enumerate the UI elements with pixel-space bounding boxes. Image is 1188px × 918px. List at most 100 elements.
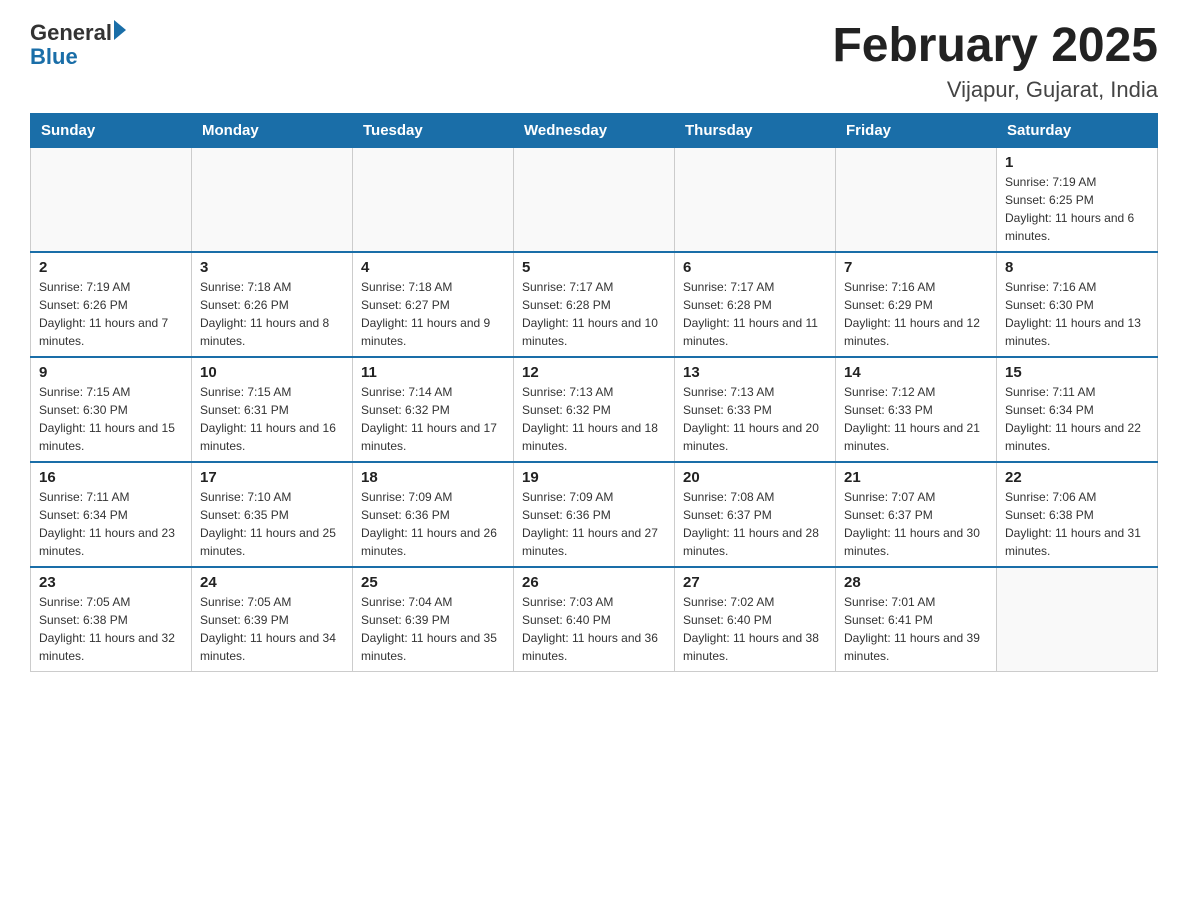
day-header-monday: Monday: [192, 113, 353, 147]
day-number: 5: [522, 259, 666, 276]
day-header-friday: Friday: [836, 113, 997, 147]
calendar-cell: [997, 567, 1158, 672]
title-block: February 2025 Vijapur, Gujarat, India: [832, 20, 1158, 103]
calendar-cell: 28 Sunrise: 7:01 AM Sunset: 6:41 PM Dayli…: [836, 567, 997, 672]
calendar-cell: 10 Sunrise: 7:15 AM Sunset: 6:31 PM Dayli…: [192, 357, 353, 462]
day-number: 20: [683, 469, 827, 486]
calendar-cell: [675, 147, 836, 252]
day-number: 16: [39, 469, 183, 486]
day-info: Sunrise: 7:05 AM Sunset: 6:38 PM Dayligh…: [39, 593, 183, 665]
day-number: 17: [200, 469, 344, 486]
calendar-week-row: 2Sunrise: 7:19 AM Sunset: 6:26 PM Daylig…: [31, 252, 1158, 357]
calendar-cell: 21 Sunrise: 7:07 AM Sunset: 6:37 PM Dayli…: [836, 462, 997, 567]
logo-general-text: General: [30, 20, 112, 45]
day-info: Sunrise: 7:01 AM Sunset: 6:41 PM Dayligh…: [844, 593, 988, 665]
calendar-cell: [192, 147, 353, 252]
day-info: Sunrise: 7:18 AM Sunset: 6:27 PM Dayligh…: [361, 278, 505, 350]
calendar-cell: 19 Sunrise: 7:09 AM Sunset: 6:36 PM Dayli…: [514, 462, 675, 567]
calendar-cell: 23Sunrise: 7:05 AM Sunset: 6:38 PM Dayli…: [31, 567, 192, 672]
calendar-cell: 2Sunrise: 7:19 AM Sunset: 6:26 PM Daylig…: [31, 252, 192, 357]
day-number: 4: [361, 259, 505, 276]
calendar-cell: 24 Sunrise: 7:05 AM Sunset: 6:39 PM Dayli…: [192, 567, 353, 672]
day-number: 19: [522, 469, 666, 486]
day-number: 3: [200, 259, 344, 276]
calendar-cell: 6 Sunrise: 7:17 AM Sunset: 6:28 PM Daylig…: [675, 252, 836, 357]
calendar-cell: 11 Sunrise: 7:14 AM Sunset: 6:32 PM Dayli…: [353, 357, 514, 462]
calendar-week-row: 23Sunrise: 7:05 AM Sunset: 6:38 PM Dayli…: [31, 567, 1158, 672]
calendar-cell: [836, 147, 997, 252]
day-number: 6: [683, 259, 827, 276]
day-info: Sunrise: 7:17 AM Sunset: 6:28 PM Dayligh…: [522, 278, 666, 350]
calendar-cell: 9 Sunrise: 7:15 AM Sunset: 6:30 PM Daylig…: [31, 357, 192, 462]
calendar-cell: 16 Sunrise: 7:11 AM Sunset: 6:34 PM Dayli…: [31, 462, 192, 567]
logo: General Blue: [30, 20, 126, 70]
calendar-cell: 25Sunrise: 7:04 AM Sunset: 6:39 PM Dayli…: [353, 567, 514, 672]
day-number: 13: [683, 364, 827, 381]
day-header-saturday: Saturday: [997, 113, 1158, 147]
day-info: Sunrise: 7:11 AM Sunset: 6:34 PM Dayligh…: [1005, 383, 1149, 455]
day-info: Sunrise: 7:16 AM Sunset: 6:29 PM Dayligh…: [844, 278, 988, 350]
calendar-cell: 7Sunrise: 7:16 AM Sunset: 6:29 PM Daylig…: [836, 252, 997, 357]
calendar-week-row: 16 Sunrise: 7:11 AM Sunset: 6:34 PM Dayli…: [31, 462, 1158, 567]
calendar-cell: 20 Sunrise: 7:08 AM Sunset: 6:37 PM Dayli…: [675, 462, 836, 567]
calendar-cell: [514, 147, 675, 252]
day-info: Sunrise: 7:06 AM Sunset: 6:38 PM Dayligh…: [1005, 488, 1149, 560]
calendar-week-row: 9 Sunrise: 7:15 AM Sunset: 6:30 PM Daylig…: [31, 357, 1158, 462]
day-header-sunday: Sunday: [31, 113, 192, 147]
day-info: Sunrise: 7:11 AM Sunset: 6:34 PM Dayligh…: [39, 488, 183, 560]
calendar-cell: 13 Sunrise: 7:13 AM Sunset: 6:33 PM Dayli…: [675, 357, 836, 462]
day-info: Sunrise: 7:09 AM Sunset: 6:36 PM Dayligh…: [522, 488, 666, 560]
day-info: Sunrise: 7:15 AM Sunset: 6:30 PM Dayligh…: [39, 383, 183, 455]
day-info: Sunrise: 7:17 AM Sunset: 6:28 PM Dayligh…: [683, 278, 827, 350]
calendar-cell: 17 Sunrise: 7:10 AM Sunset: 6:35 PM Dayli…: [192, 462, 353, 567]
day-info: Sunrise: 7:07 AM Sunset: 6:37 PM Dayligh…: [844, 488, 988, 560]
day-info: Sunrise: 7:04 AM Sunset: 6:39 PM Dayligh…: [361, 593, 505, 665]
calendar-cell: 1 Sunrise: 7:19 AM Sunset: 6:25 PM Daylig…: [997, 147, 1158, 252]
logo-blue-text: Blue: [30, 44, 126, 70]
day-number: 9: [39, 364, 183, 381]
calendar-week-row: 1 Sunrise: 7:19 AM Sunset: 6:25 PM Daylig…: [31, 147, 1158, 252]
day-info: Sunrise: 7:12 AM Sunset: 6:33 PM Dayligh…: [844, 383, 988, 455]
calendar-title: February 2025: [832, 20, 1158, 73]
day-number: 14: [844, 364, 988, 381]
day-info: Sunrise: 7:13 AM Sunset: 6:32 PM Dayligh…: [522, 383, 666, 455]
day-number: 1: [1005, 154, 1149, 171]
day-info: Sunrise: 7:13 AM Sunset: 6:33 PM Dayligh…: [683, 383, 827, 455]
day-number: 28: [844, 574, 988, 591]
calendar-header-row: SundayMondayTuesdayWednesdayThursdayFrid…: [31, 113, 1158, 147]
day-info: Sunrise: 7:15 AM Sunset: 6:31 PM Dayligh…: [200, 383, 344, 455]
logo-arrow-icon: [114, 20, 126, 40]
day-info: Sunrise: 7:08 AM Sunset: 6:37 PM Dayligh…: [683, 488, 827, 560]
day-info: Sunrise: 7:05 AM Sunset: 6:39 PM Dayligh…: [200, 593, 344, 665]
day-number: 8: [1005, 259, 1149, 276]
calendar-cell: 4 Sunrise: 7:18 AM Sunset: 6:27 PM Daylig…: [353, 252, 514, 357]
day-info: Sunrise: 7:19 AM Sunset: 6:26 PM Dayligh…: [39, 278, 183, 350]
day-number: 11: [361, 364, 505, 381]
calendar-cell: 18 Sunrise: 7:09 AM Sunset: 6:36 PM Dayli…: [353, 462, 514, 567]
calendar-cell: 3 Sunrise: 7:18 AM Sunset: 6:26 PM Daylig…: [192, 252, 353, 357]
day-info: Sunrise: 7:02 AM Sunset: 6:40 PM Dayligh…: [683, 593, 827, 665]
day-info: Sunrise: 7:10 AM Sunset: 6:35 PM Dayligh…: [200, 488, 344, 560]
day-number: 18: [361, 469, 505, 486]
page-header: General Blue February 2025 Vijapur, Guja…: [30, 20, 1158, 103]
calendar-cell: [31, 147, 192, 252]
calendar-cell: 22Sunrise: 7:06 AM Sunset: 6:38 PM Dayli…: [997, 462, 1158, 567]
day-number: 10: [200, 364, 344, 381]
calendar-cell: 27 Sunrise: 7:02 AM Sunset: 6:40 PM Dayli…: [675, 567, 836, 672]
day-number: 24: [200, 574, 344, 591]
day-info: Sunrise: 7:19 AM Sunset: 6:25 PM Dayligh…: [1005, 173, 1149, 245]
day-info: Sunrise: 7:09 AM Sunset: 6:36 PM Dayligh…: [361, 488, 505, 560]
calendar-cell: 12Sunrise: 7:13 AM Sunset: 6:32 PM Dayli…: [514, 357, 675, 462]
day-info: Sunrise: 7:18 AM Sunset: 6:26 PM Dayligh…: [200, 278, 344, 350]
day-number: 21: [844, 469, 988, 486]
day-info: Sunrise: 7:03 AM Sunset: 6:40 PM Dayligh…: [522, 593, 666, 665]
day-info: Sunrise: 7:14 AM Sunset: 6:32 PM Dayligh…: [361, 383, 505, 455]
day-header-tuesday: Tuesday: [353, 113, 514, 147]
day-header-wednesday: Wednesday: [514, 113, 675, 147]
calendar-cell: [353, 147, 514, 252]
calendar-cell: 15Sunrise: 7:11 AM Sunset: 6:34 PM Dayli…: [997, 357, 1158, 462]
calendar-cell: 5 Sunrise: 7:17 AM Sunset: 6:28 PM Daylig…: [514, 252, 675, 357]
calendar-cell: 8Sunrise: 7:16 AM Sunset: 6:30 PM Daylig…: [997, 252, 1158, 357]
day-number: 27: [683, 574, 827, 591]
day-number: 26: [522, 574, 666, 591]
